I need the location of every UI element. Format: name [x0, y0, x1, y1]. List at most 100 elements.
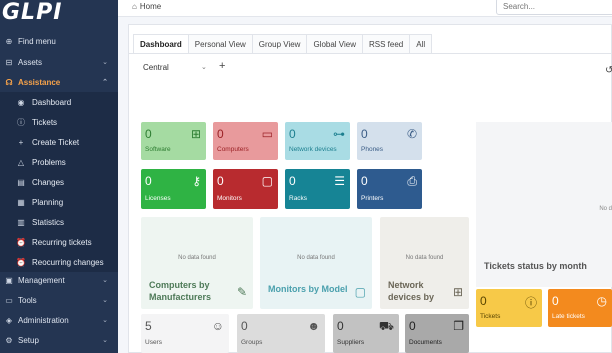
- clipboard-icon: ▤: [17, 177, 25, 187]
- tab-personal-view[interactable]: Personal View: [187, 34, 253, 53]
- tab-group-view[interactable]: Group View: [251, 34, 308, 53]
- tab-global-view[interactable]: Global View: [306, 34, 363, 53]
- server-icon: ☰: [334, 174, 345, 188]
- card-phones[interactable]: 0 ✆ Phones: [357, 122, 422, 160]
- card-documents[interactable]: 0 ❐ Documents: [405, 314, 469, 353]
- card-tickets[interactable]: 0 ⓘ Tickets: [476, 289, 542, 327]
- clock-icon: ◷: [596, 294, 607, 308]
- users-icon: ☻: [307, 319, 320, 333]
- hierarchy-icon: ⊞: [452, 285, 463, 299]
- briefcase-icon: ▭: [5, 296, 13, 305]
- calendar-icon: ▦: [17, 197, 25, 207]
- sidebar-item-label: Tools: [18, 296, 37, 305]
- tickets-status-panel[interactable]: No d Tickets status by month: [476, 122, 612, 287]
- user-icon: ☺: [211, 319, 224, 333]
- glpi-logo[interactable]: GLPI: [0, 0, 118, 30]
- sidebar-item-create-ticket[interactable]: + Create Ticket: [0, 132, 118, 152]
- card-value: 0: [289, 174, 296, 188]
- dashboard-tabs: Dashboard Personal View Group View Globa…: [133, 34, 433, 53]
- card-label: Users: [145, 339, 162, 346]
- top-bar: ⌂ Home: [118, 0, 612, 17]
- card-value: 0: [480, 294, 487, 308]
- sidebar-item-label: Problems: [32, 157, 66, 167]
- card-label: Printers: [361, 195, 384, 202]
- no-data-text: No data found: [405, 255, 444, 261]
- warning-icon: △: [17, 157, 25, 167]
- laptop-icon: ▭: [261, 127, 273, 141]
- sidebar-item-reocurring-changes[interactable]: ⏰ Reocurring changes: [0, 252, 118, 272]
- chart-icon: ▥: [17, 217, 25, 227]
- history-icon[interactable]: ↺: [605, 65, 612, 76]
- alarm-icon: ⏰: [16, 257, 26, 267]
- files-icon: ❐: [453, 319, 464, 333]
- truck-icon: ⛟: [378, 319, 394, 333]
- card-label: Software: [145, 146, 171, 153]
- sidebar-item-management[interactable]: ▣ Management ⌄: [0, 271, 118, 290]
- card-computers-by-manufacturers[interactable]: No data found Computers by Manufacturers…: [141, 217, 253, 309]
- card-value: 0: [337, 319, 344, 333]
- monitor-icon: ▢: [261, 174, 273, 188]
- chevron-down-icon: ⌄: [201, 64, 207, 71]
- sidebar-item-tools[interactable]: ▭ Tools ⌄: [0, 291, 118, 310]
- sidebar-item-statistics[interactable]: ▥ Statistics: [0, 212, 118, 232]
- sidebar-item-dashboard[interactable]: ◉ Dashboard: [0, 92, 118, 112]
- card-value: 0: [361, 174, 368, 188]
- card-users[interactable]: 5 ☺ Users: [141, 314, 229, 353]
- chevron-down-icon: ⌄: [102, 317, 108, 324]
- card-printers[interactable]: 0 ⎙ Printers: [357, 169, 422, 209]
- tab-dashboard[interactable]: Dashboard: [133, 34, 189, 53]
- gear-icon: ⚙: [5, 336, 13, 345]
- add-dashboard-button[interactable]: +: [219, 60, 225, 72]
- sidebar-item-label: Statistics: [32, 217, 65, 227]
- card-label: Network devices: [289, 146, 337, 153]
- sidebar-item-problems[interactable]: △ Problems: [0, 152, 118, 172]
- search-icon: ⊕: [5, 37, 13, 46]
- chevron-down-icon: ⌄: [102, 59, 108, 66]
- card-monitors-by-model[interactable]: No data found Monitors by Model ▢: [260, 217, 372, 309]
- tab-all[interactable]: All: [409, 34, 433, 53]
- sidebar-item-planning[interactable]: ▦ Planning: [0, 192, 118, 212]
- card-title: Computers by Manufacturers: [149, 280, 212, 302]
- breadcrumb-home: Home: [139, 2, 162, 11]
- card-network-devices-by[interactable]: No data found Network devices by ⊞: [380, 217, 469, 309]
- card-label: Racks: [289, 195, 308, 202]
- sidebar-item-tickets[interactable]: ⓘ Tickets: [0, 112, 118, 132]
- search-input[interactable]: [496, 0, 612, 15]
- shield-icon: ◈: [5, 316, 13, 325]
- card-monitors[interactable]: 0 ▢ Monitors: [213, 169, 278, 209]
- sidebar-item-administration[interactable]: ◈ Administration ⌄: [0, 311, 118, 330]
- edit-icon: ✎: [236, 285, 247, 299]
- chevron-up-icon: ⌃: [102, 79, 108, 86]
- sidebar-item-label: Administration: [18, 316, 69, 325]
- sidebar-item-assets[interactable]: ⊟ Assets ⌄: [0, 53, 118, 72]
- card-label: Licenses: [145, 195, 171, 202]
- card-value: 0: [552, 294, 559, 308]
- tabs-divider: [129, 53, 612, 54]
- card-value: 0: [145, 127, 152, 141]
- sidebar-item-find-menu[interactable]: ⊕ Find menu: [0, 32, 118, 51]
- card-groups[interactable]: 0 ☻ Groups: [237, 314, 325, 353]
- card-software[interactable]: 0 ⊞ Software: [141, 122, 206, 160]
- dashboard-select[interactable]: Central ⌄: [143, 63, 213, 72]
- printer-icon: ⎙: [407, 174, 417, 188]
- breadcrumb[interactable]: ⌂ Home: [132, 2, 161, 11]
- card-licenses[interactable]: 0 ⚷ Licenses: [141, 169, 206, 209]
- sidebar-item-setup[interactable]: ⚙ Setup ⌄: [0, 331, 118, 350]
- card-computers[interactable]: 0 ▭ Computers: [213, 122, 278, 160]
- sidebar-item-recurring-tickets[interactable]: ⏰ Recurring tickets: [0, 232, 118, 252]
- no-data-text: No data found: [178, 255, 216, 261]
- card-value: 0: [409, 319, 416, 333]
- card-racks[interactable]: 0 ☰ Racks: [285, 169, 350, 209]
- tab-rss-feed[interactable]: RSS feed: [362, 34, 411, 53]
- dashboard-icon: ◉: [17, 97, 25, 107]
- logo-text: GLPI: [2, 0, 63, 25]
- card-label: Computers: [217, 146, 249, 153]
- card-late-tickets[interactable]: 0 ◷ Late tickets: [548, 289, 612, 327]
- card-network-devices[interactable]: 0 ⊶ Network devices: [285, 122, 350, 160]
- sidebar-item-assistance[interactable]: ☊ Assistance ⌃: [0, 73, 118, 92]
- card-suppliers[interactable]: 0 ⛟ Suppliers: [333, 314, 399, 353]
- no-data-text: No data found: [297, 255, 335, 261]
- sidebar-item-changes[interactable]: ▤ Changes: [0, 172, 118, 192]
- card-title: Monitors by Model: [268, 284, 348, 294]
- sidebar-item-label: Setup: [18, 336, 39, 345]
